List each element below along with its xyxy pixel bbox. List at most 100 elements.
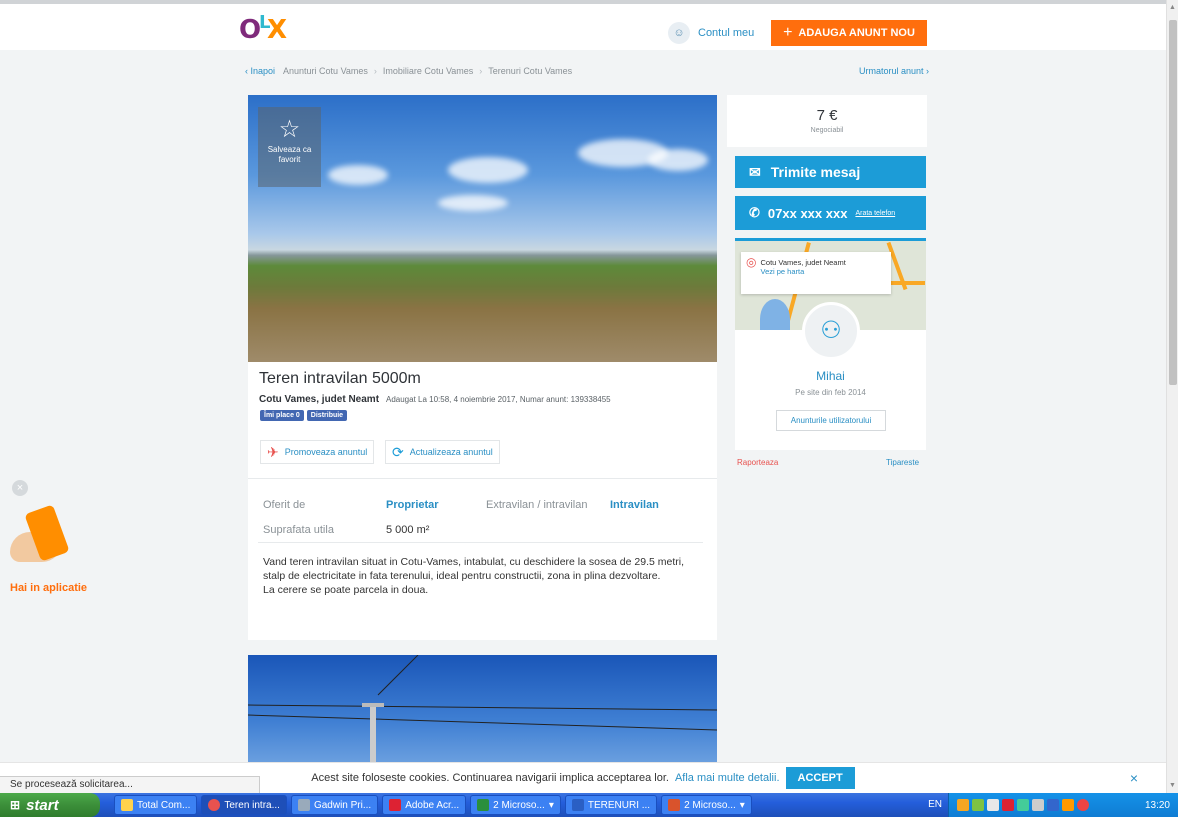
breadcrumb: ‹ Inapoi Anunturi Cotu Vames › Imobiliar… xyxy=(245,66,929,76)
fb-share-button[interactable]: Distribuie xyxy=(306,410,348,421)
tray-icon[interactable] xyxy=(1017,799,1029,811)
user-name[interactable]: Mihai xyxy=(735,369,926,383)
send-message-button[interactable]: ✉ Trimite mesaj xyxy=(735,156,926,188)
next-ad-link[interactable]: Urmatorul anunt › xyxy=(859,66,929,76)
map-label-text: Cotu Vames, judet Neamt Vezi pe harta xyxy=(760,258,845,288)
app-promo[interactable]: × Hai in aplicatie xyxy=(8,480,108,600)
taskbar-item[interactable]: Adobe Acr... xyxy=(382,795,467,815)
section-divider xyxy=(248,478,717,479)
photo-cloud xyxy=(438,195,508,211)
clock[interactable]: 13:20 xyxy=(1145,800,1170,811)
start-button[interactable]: ⊞ start xyxy=(0,793,100,817)
listing-photo-2[interactable] xyxy=(248,655,717,765)
system-tray: 13:20 xyxy=(948,793,1178,817)
send-message-label: Trimite mesaj xyxy=(770,164,861,180)
user-card: ◎ Cotu Vames, judet Neamt Vezi pe harta … xyxy=(735,238,926,450)
tray-icon[interactable] xyxy=(1032,799,1044,811)
taskbar-item[interactable]: 2 Microso... ▾ xyxy=(470,795,561,815)
price-box: 7 € Negociabil xyxy=(727,95,927,147)
tray-icon[interactable] xyxy=(987,799,999,811)
photo-cloud xyxy=(328,165,388,185)
taskbar-item[interactable]: Gadwin Pri... xyxy=(290,795,379,815)
taskbar-item-label: Gadwin Pri... xyxy=(313,799,372,811)
area-label: Suprafata utila xyxy=(263,524,334,536)
taskbar-item-label: 2 Microso... xyxy=(684,799,736,811)
tray-icon[interactable] xyxy=(972,799,984,811)
powerpoint-icon xyxy=(668,799,681,811)
listing-title: Teren intravilan 5000m xyxy=(259,370,421,387)
save-favorite-button[interactable]: ☆ Salveaza ca favorit xyxy=(258,107,321,187)
app-icon xyxy=(121,799,133,811)
location-pin-icon: ◎ xyxy=(746,255,757,269)
chrome-icon xyxy=(208,799,221,811)
scroll-down-icon[interactable]: ▼ xyxy=(1169,782,1176,789)
close-icon[interactable]: × xyxy=(12,480,28,496)
breadcrumb-item[interactable]: Anunturi Cotu Vames xyxy=(283,66,368,76)
listing-location: Cotu Vames, judet Neamt xyxy=(259,394,380,405)
tray-icon[interactable] xyxy=(1077,799,1089,811)
taskbar-item-label: Teren intra... xyxy=(224,799,280,811)
photo-cloud xyxy=(648,149,708,171)
taskbar-item[interactable]: TERENURI ... xyxy=(564,795,658,815)
refresh-icon: ⟳ xyxy=(392,443,404,460)
excel-icon xyxy=(477,799,490,811)
facebook-buttons: Îmi place 0 Distribuie xyxy=(260,410,348,421)
taskbar-item-label: Total Com... xyxy=(137,799,191,811)
map-location: Cotu Vames, judet Neamt xyxy=(760,258,846,267)
user-ads-button[interactable]: Anunturile utilizatorului xyxy=(776,410,886,431)
zone-value[interactable]: Intravilan xyxy=(610,499,659,511)
scroll-thumb[interactable] xyxy=(1169,20,1177,385)
back-link[interactable]: ‹ Inapoi xyxy=(245,66,275,76)
scroll-up-icon[interactable]: ▲ xyxy=(1169,4,1176,11)
photo-cloud xyxy=(448,157,528,183)
tray-icon[interactable] xyxy=(1062,799,1074,811)
user-avatar-icon[interactable]: ⚇ xyxy=(802,302,860,360)
post-ad-button[interactable]: + ADAUGA ANUNT NOU xyxy=(771,20,927,46)
post-ad-label: ADAUGA ANUNT NOU xyxy=(798,27,915,39)
zone-label: Extravilan / intravilan xyxy=(486,499,588,511)
next-ad-label: Urmatorul anunt xyxy=(858,66,924,76)
cookie-accept-button[interactable]: ACCEPT xyxy=(785,767,855,789)
fb-like-button[interactable]: Îmi place 0 xyxy=(260,410,304,421)
power-lines xyxy=(248,655,717,765)
section-divider xyxy=(258,542,703,543)
chevron-right-icon: › xyxy=(373,66,377,76)
olx-logo[interactable]: O L X xyxy=(237,12,293,50)
tray-icon[interactable] xyxy=(957,799,969,811)
taskbar-item[interactable]: Teren intra... xyxy=(201,795,287,815)
promote-ad-button[interactable]: ✈ Promoveaza anuntul xyxy=(260,440,375,464)
taskbar-item[interactable]: 2 Microso... ▾ xyxy=(661,795,752,815)
close-icon[interactable]: × xyxy=(1130,770,1138,786)
cookie-more-link[interactable]: Afla mai multe detalii. xyxy=(675,772,780,784)
refresh-ad-button[interactable]: ⟳ Actualizeaza anuntul xyxy=(385,440,500,464)
breadcrumb-item[interactable]: Imobiliare Cotu Vames xyxy=(383,66,473,76)
account-link[interactable]: ☺ Contul meu xyxy=(668,22,754,44)
chevron-right-icon: › xyxy=(479,66,483,76)
app-promo-text[interactable]: Hai in aplicatie xyxy=(10,582,87,594)
negotiable-label: Negociabil xyxy=(810,127,844,134)
promote-ad-label: Promoveaza anuntul xyxy=(284,447,368,457)
word-icon xyxy=(571,799,584,811)
phone-number: 07xx xxx xxx xyxy=(767,205,848,221)
print-link[interactable]: Tipareste xyxy=(886,458,919,467)
description-paragraph: La cerere se poate parcela in doua. xyxy=(263,584,429,596)
user-since: Pe site din feb 2014 xyxy=(795,388,866,397)
acrobat-icon xyxy=(389,799,402,811)
phone-icon: ✆ xyxy=(749,205,760,220)
logo-x: X xyxy=(267,15,287,45)
report-link[interactable]: Raporteaza xyxy=(737,458,778,467)
language-indicator[interactable]: EN xyxy=(928,799,942,810)
show-phone-button[interactable]: ✆ 07xx xxx xxx Arata telefon xyxy=(735,196,926,230)
tray-icon[interactable] xyxy=(1002,799,1014,811)
offered-by-value[interactable]: Proprietar xyxy=(386,499,439,511)
taskbar-item[interactable]: Total Com... xyxy=(114,795,198,815)
view-map-link[interactable]: Vezi pe harta xyxy=(760,267,845,276)
page-scrollbar[interactable]: ▲ ▼ xyxy=(1166,0,1178,793)
top-header: O L X ☺ Contul meu + ADAUGA ANUNT NOU xyxy=(0,0,1166,50)
kite-icon: ✈ xyxy=(267,443,279,460)
tray-icon[interactable] xyxy=(1047,799,1059,811)
start-label: start xyxy=(26,796,59,814)
listing-photo[interactable]: ☆ Salveaza ca favorit xyxy=(248,95,717,362)
breadcrumb-item[interactable]: Terenuri Cotu Vames xyxy=(488,66,572,76)
save-favorite-label: Salveaza ca favorit xyxy=(267,145,312,164)
